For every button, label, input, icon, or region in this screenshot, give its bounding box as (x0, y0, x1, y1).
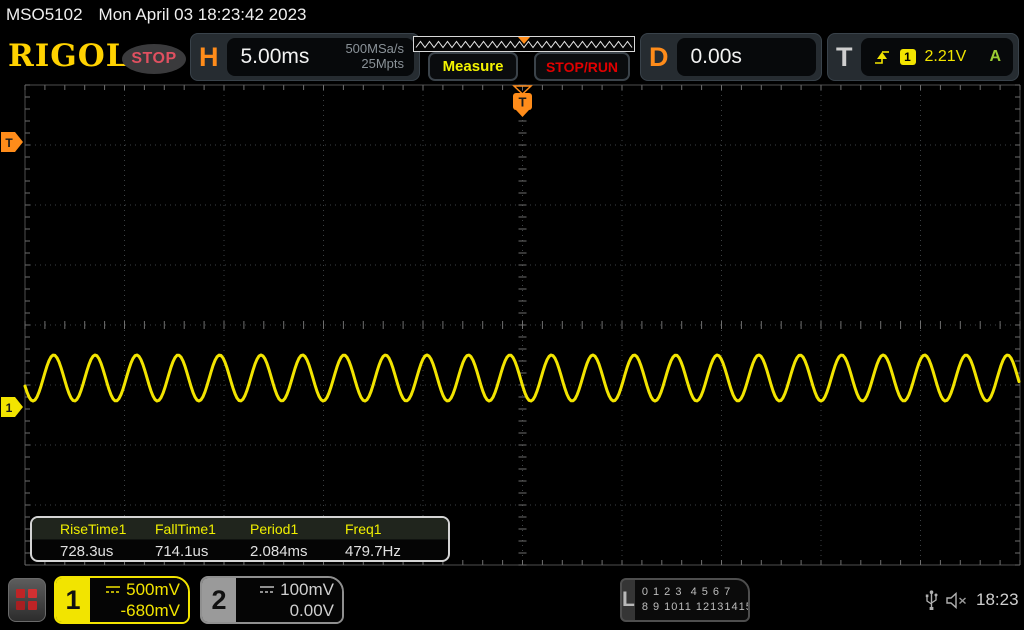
digital-row1: 0 1 2 3 4 5 6 7 (641, 586, 732, 599)
measurement-value: 714.1us (155, 542, 209, 560)
datetime-text: Mon April 03 18:23:42 2023 (98, 5, 307, 24)
channel1-values: 500mV -680mV (90, 578, 188, 622)
dc-coupling-icon (106, 586, 121, 594)
acquisition-rates: 500MSa/s 25Mpts (345, 41, 404, 72)
preview-zigzag (415, 37, 633, 49)
channel1-offset: -680mV (120, 601, 180, 620)
ch1-marker-number: 1 (6, 401, 13, 415)
channel1-number: 1 (56, 578, 90, 622)
speaker-muted-icon (946, 591, 966, 609)
model-name: MSO5102 (6, 5, 83, 24)
channel1-status-block[interactable]: 1 500mV -680mV (54, 576, 190, 624)
horizontal-inset: 5.00ms 500MSa/s 25Mpts (226, 38, 414, 76)
digital-row2: 8 9 1011 12131415 (641, 601, 750, 613)
waveform-preview-strip[interactable] (413, 36, 635, 52)
trigger-level-marker[interactable]: T (1, 132, 23, 152)
menu-grid-icon (16, 589, 38, 611)
top-info-bar: MSO5102 Mon April 03 18:23:42 2023 (0, 0, 1024, 30)
channel1-scale: 500mV (126, 579, 180, 599)
usb-icon (925, 589, 938, 610)
measurement-label: Period1 (250, 520, 299, 537)
delay-label: D (649, 41, 669, 72)
memory-depth: 25Mpts (361, 56, 404, 71)
digital-label: L (622, 588, 635, 611)
acquisition-status-badge: STOP (122, 44, 186, 74)
trigger-sweep-mode: A (989, 48, 1001, 65)
measurement-value: 2.084ms (250, 542, 308, 560)
trigger-position-letter: T (519, 95, 527, 110)
timebase-value: 5.00ms (240, 45, 310, 68)
sample-rate: 500MSa/s (345, 41, 404, 57)
clock-text: 18:23 (976, 590, 1019, 609)
measurement-values-row: 728.3us 714.1us 2.084ms 479.7Hz (32, 540, 448, 560)
stop-run-button[interactable]: STOP/RUN (534, 52, 630, 81)
channel2-number: 2 (202, 578, 236, 622)
measurement-results-panel[interactable]: RiseTime1 FallTime1 Period1 Freq1 728.3u… (30, 516, 450, 562)
digital-channels-block[interactable]: L 0 1 2 3 4 5 6 7 8 9 1011 12131415 (620, 578, 750, 622)
measurement-label: RiseTime1 (60, 520, 127, 537)
trigger-label: T (836, 41, 853, 72)
status-tray: 18:23 (925, 585, 1020, 615)
menu-button[interactable] (8, 578, 46, 622)
channel2-scale: 100mV (280, 579, 334, 599)
measurement-labels-row: RiseTime1 FallTime1 Period1 Freq1 (32, 518, 448, 540)
delay-value: 0.00s (690, 45, 742, 68)
digital-channel-numbers: 0 1 2 3 4 5 6 7 8 9 1011 12131415 (634, 580, 750, 620)
trigger-level-value: 2.21V (924, 48, 967, 65)
horizontal-settings-panel[interactable]: H 5.00ms 500MSa/s 25Mpts (190, 33, 420, 81)
measurement-label: Freq1 (345, 520, 382, 537)
trigger-source-badge: 1 (899, 49, 916, 65)
oscilloscope-screen: MSO5102 Mon April 03 18:23:42 2023 RIGOL… (0, 0, 1024, 630)
trigger-settings-panel[interactable]: T 1 2.21V A (827, 33, 1019, 81)
delay-settings-panel[interactable]: D 0.00s (640, 33, 822, 81)
horizontal-label: H (199, 41, 219, 72)
trigger-inset: 1 2.21V A (860, 38, 1013, 76)
ch1-waveform (23, 353, 1021, 403)
measurement-value: 479.7Hz (345, 542, 401, 560)
measurement-label: FallTime1 (155, 520, 216, 537)
channel2-status-block[interactable]: 2 100mV 0.00V (200, 576, 344, 624)
dc-coupling-icon (260, 586, 275, 594)
channel2-values: 100mV 0.00V (236, 578, 342, 622)
measurement-value: 728.3us (60, 542, 114, 560)
measure-button[interactable]: Measure (428, 52, 518, 81)
grid (24, 84, 1021, 566)
rising-edge-icon (874, 51, 889, 64)
channel2-offset: 0.00V (289, 601, 334, 620)
delay-inset: 0.00s (676, 38, 816, 76)
rigol-logo: RIGOL (8, 38, 129, 74)
ch1-ground-marker[interactable]: 1 (1, 397, 23, 417)
trigger-level-letter: T (5, 136, 13, 150)
graticule-area: T T 1 (1, 84, 1021, 566)
